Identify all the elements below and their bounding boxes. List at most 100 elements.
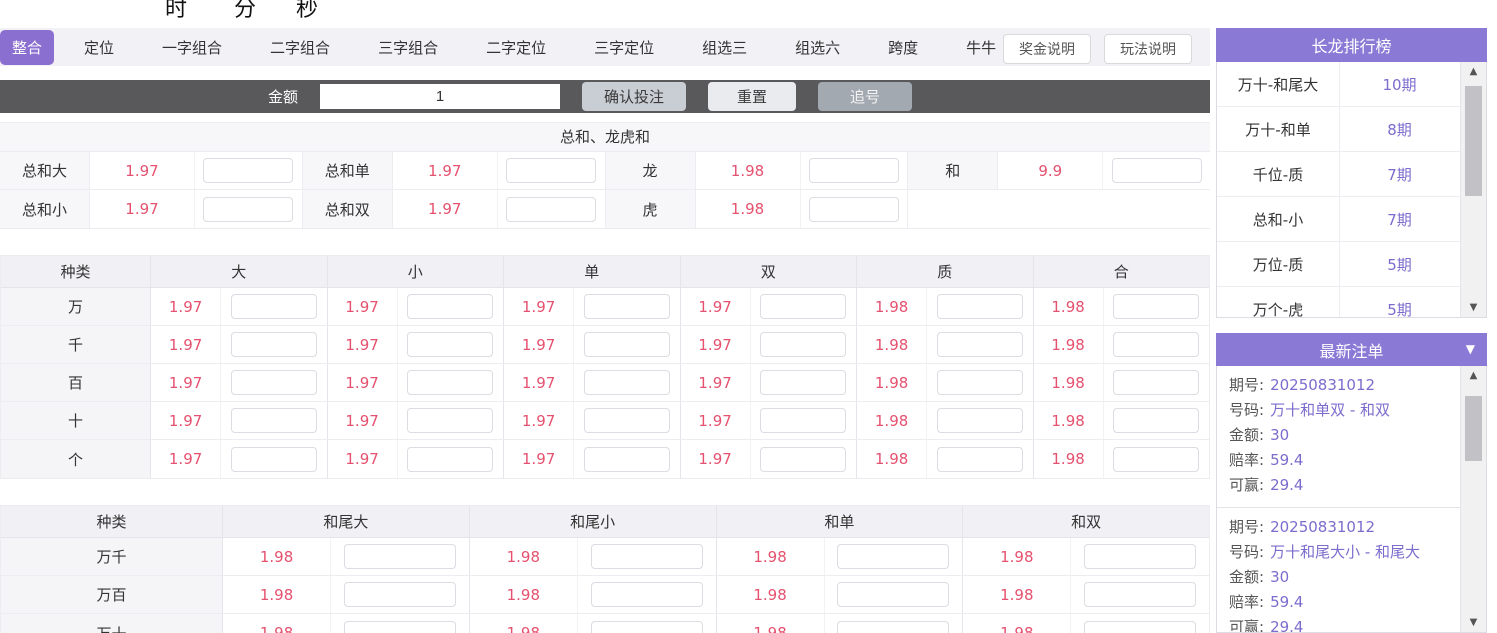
tab-9[interactable]: 跨度 xyxy=(878,30,928,65)
odds-value: 1.98 xyxy=(717,576,825,613)
bet-amount-input[interactable] xyxy=(230,446,317,472)
tab-5[interactable]: 二字定位 xyxy=(476,30,556,65)
bet-amount-input[interactable] xyxy=(1084,582,1197,607)
bet-amount-input[interactable] xyxy=(407,332,494,357)
bet-amount-input[interactable] xyxy=(1111,158,1202,183)
bet-amount-input[interactable] xyxy=(506,158,597,183)
table-row: 万千 1.98 1.98 1.98 1.98 xyxy=(1,538,1209,576)
bet-cell-group: 1.98 xyxy=(223,538,470,575)
tab-1[interactable]: 定位 xyxy=(74,30,124,65)
bet-amount-input[interactable] xyxy=(1113,294,1200,319)
reset-button[interactable]: 重置 xyxy=(708,82,797,111)
bet-amount-input[interactable] xyxy=(407,408,494,433)
bet-amount-input[interactable] xyxy=(936,370,1023,395)
odds-value: 1.98 xyxy=(696,152,801,189)
tab-2[interactable]: 一字组合 xyxy=(152,30,232,65)
table-row: 总和大 1.97 总和单 1.97 龙 1.98 和 9.9 xyxy=(0,152,1210,190)
bet-amount-input[interactable] xyxy=(760,294,847,319)
latest-bets-panel: 最新注单 ▼ 期号: 20250831012 号码: 万十和单双 - 和双 金额: 30 赔… xyxy=(1216,333,1487,633)
column-header: 单 xyxy=(504,256,681,287)
tab-10[interactable]: 牛牛 xyxy=(956,30,1006,65)
bet-cell-group: 1.97 xyxy=(681,402,857,439)
bet-amount-input[interactable] xyxy=(760,370,847,395)
dragon-ranking-scrollbar[interactable]: ▲ ▼ xyxy=(1460,62,1486,317)
scroll-up-arrow-icon[interactable]: ▲ xyxy=(1461,370,1486,381)
prize-info-button[interactable]: 奖金说明 xyxy=(1003,34,1091,64)
tab-6[interactable]: 三字定位 xyxy=(584,30,664,65)
scroll-up-arrow-icon[interactable]: ▲ xyxy=(1461,66,1486,77)
tab-4[interactable]: 三字组合 xyxy=(368,30,448,65)
tab-8[interactable]: 组选六 xyxy=(785,30,850,65)
scrollbar-thumb[interactable] xyxy=(1465,396,1482,461)
bet-amount-input[interactable] xyxy=(583,370,670,395)
tab-7[interactable]: 组选三 xyxy=(692,30,757,65)
bet-amount-input[interactable] xyxy=(1084,620,1197,633)
bet-amount-input[interactable] xyxy=(583,408,670,433)
bet-cell-group: 1.97 xyxy=(504,402,681,439)
bet-input-cell xyxy=(825,614,963,633)
column-header: 种类 xyxy=(1,506,223,537)
bet-amount-input[interactable] xyxy=(1113,370,1200,395)
rules-button[interactable]: 玩法说明 xyxy=(1104,34,1192,64)
column-header: 和尾大 xyxy=(223,506,470,537)
bet-amount-input[interactable] xyxy=(760,332,847,357)
bet-amount-input[interactable] xyxy=(407,446,494,472)
bet-amount-input[interactable] xyxy=(343,620,456,633)
bet-amount-input[interactable] xyxy=(808,158,899,183)
bet-amount-input[interactable] xyxy=(936,446,1023,472)
bet-amount-input[interactable] xyxy=(1113,446,1200,472)
scroll-down-arrow-icon[interactable]: ▼ xyxy=(1461,302,1486,313)
bet-cell-group: 和 9.9 xyxy=(907,152,1210,189)
odds-value: 1.98 xyxy=(857,440,928,478)
bet-amount-input[interactable] xyxy=(583,446,670,472)
bet-amount-input[interactable] xyxy=(583,332,670,357)
bet-amount-input[interactable] xyxy=(203,196,294,222)
tab-0[interactable]: 整合 xyxy=(0,29,55,65)
bet-amount-input[interactable] xyxy=(1113,408,1200,433)
bet-field-value: 29.4 xyxy=(1270,618,1304,633)
bet-amount-input[interactable] xyxy=(230,370,317,395)
scroll-down-arrow-icon[interactable]: ▼ xyxy=(1461,617,1486,628)
bet-amount-input[interactable] xyxy=(837,620,950,633)
bet-amount-input[interactable] xyxy=(808,196,899,222)
bet-amount-input[interactable] xyxy=(837,582,950,607)
bet-input-cell xyxy=(195,190,302,228)
bet-amount-input[interactable] xyxy=(407,294,494,319)
tab-3[interactable]: 二字组合 xyxy=(260,30,340,65)
bet-amount-input[interactable] xyxy=(1084,544,1197,569)
latest-bets-body: 期号: 20250831012 号码: 万十和单双 - 和双 金额: 30 赔率: 59.4 可… xyxy=(1216,366,1487,633)
bet-amount-input[interactable] xyxy=(760,446,847,472)
bet-amount-input[interactable] xyxy=(506,196,597,222)
scrollbar-thumb[interactable] xyxy=(1465,86,1482,196)
bet-amount-input[interactable] xyxy=(230,294,317,319)
bet-amount-input[interactable] xyxy=(583,294,670,319)
bet-entry-line: 赔率: 59.4 xyxy=(1229,448,1448,473)
bet-input-cell xyxy=(221,440,326,478)
confirm-bet-button[interactable]: 确认投注 xyxy=(582,82,687,111)
bet-amount-input[interactable] xyxy=(230,332,317,357)
bet-amount-input[interactable] xyxy=(837,544,950,569)
bet-amount-input[interactable] xyxy=(760,408,847,433)
chase-number-button[interactable]: 追号 xyxy=(818,82,913,111)
bet-amount-input[interactable] xyxy=(590,544,703,569)
bet-cell-group: 1.98 xyxy=(1034,402,1210,439)
bet-input-cell xyxy=(1071,614,1209,633)
bet-amount-input[interactable] xyxy=(1113,332,1200,357)
bet-amount-input[interactable] xyxy=(230,408,317,433)
bet-field-label: 可赢: xyxy=(1229,618,1265,633)
bet-cell-group: 1.98 xyxy=(857,440,1034,478)
latest-bets-scrollbar[interactable]: ▲ ▼ xyxy=(1460,366,1486,632)
bet-amount-input[interactable] xyxy=(407,370,494,395)
bet-amount-input[interactable] xyxy=(936,332,1023,357)
ranking-name: 千位-质 xyxy=(1252,165,1304,184)
bet-amount-input[interactable] xyxy=(343,544,456,569)
bet-amount-input[interactable] xyxy=(203,158,294,183)
bet-amount-input[interactable] xyxy=(590,582,703,607)
bet-amount-input[interactable] xyxy=(936,408,1023,433)
collapse-caret-icon[interactable]: ▼ xyxy=(1466,342,1475,356)
amount-input[interactable] xyxy=(320,84,561,109)
bet-amount-input[interactable] xyxy=(590,620,703,633)
bet-amount-input[interactable] xyxy=(343,582,456,607)
bet-amount-input[interactable] xyxy=(936,294,1023,319)
bet-input-cell xyxy=(1104,402,1209,439)
